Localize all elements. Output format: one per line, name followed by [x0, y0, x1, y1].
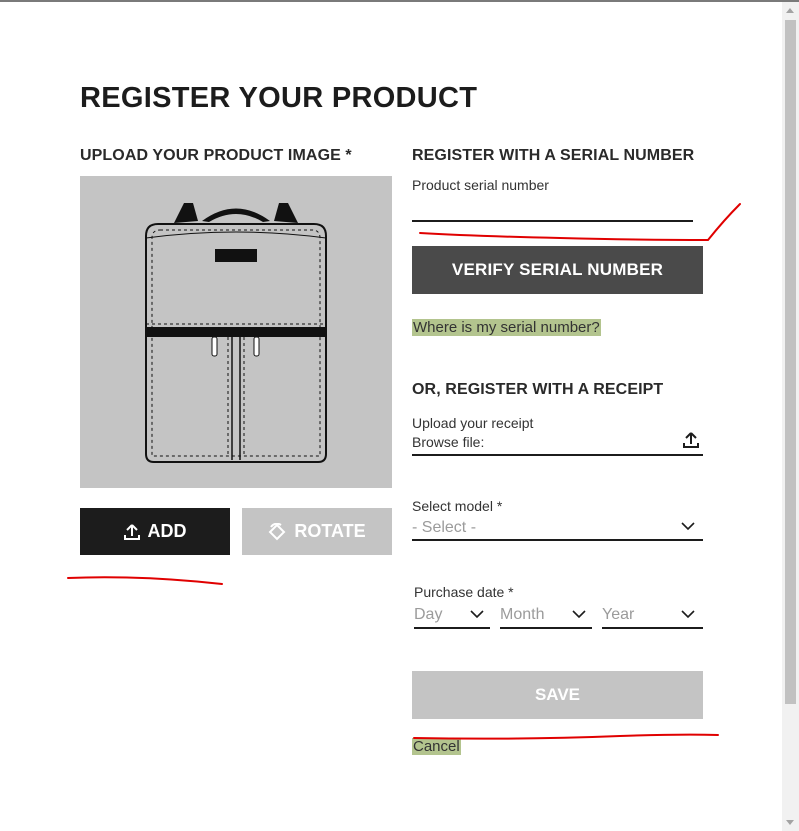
chevron-down-icon — [681, 610, 695, 619]
receipt-file-input[interactable]: Browse file: — [412, 432, 703, 456]
cancel-link[interactable]: Cancel — [412, 738, 461, 755]
chevron-down-icon — [572, 610, 586, 619]
month-select[interactable]: Month — [500, 604, 592, 629]
backpack-illustration — [145, 203, 327, 463]
serial-help-link[interactable]: Where is my serial number? — [412, 319, 601, 336]
browse-file-label: Browse file: — [412, 434, 485, 450]
add-button-label: ADD — [147, 521, 187, 541]
window-top-border — [0, 0, 799, 2]
add-image-button[interactable]: ADD — [80, 508, 230, 555]
upload-icon[interactable] — [683, 432, 699, 448]
rotate-icon — [268, 522, 286, 541]
model-select-value: - Select - — [412, 519, 477, 536]
save-button[interactable]: SAVE — [412, 671, 703, 719]
receipt-section-label: OR, REGISTER WITH A RECEIPT — [412, 381, 664, 398]
verify-serial-button[interactable]: VERIFY SERIAL NUMBER — [412, 246, 703, 294]
serial-section-label: REGISTER WITH A SERIAL NUMBER — [412, 147, 695, 164]
scroll-up-arrow-icon[interactable] — [786, 8, 794, 13]
year-select[interactable]: Year — [602, 604, 703, 629]
month-select-value: Month — [500, 606, 545, 623]
rotate-image-button[interactable]: ROTATE — [242, 508, 392, 555]
scroll-thumb[interactable] — [785, 20, 796, 704]
upload-icon — [123, 523, 140, 540]
rotate-button-label: ROTATE — [294, 521, 366, 541]
purchase-date-label: Purchase date * — [414, 584, 514, 600]
scroll-down-arrow-icon[interactable] — [786, 820, 794, 825]
product-image-preview — [80, 176, 392, 488]
page-title: REGISTER YOUR PRODUCT — [80, 82, 478, 114]
day-select[interactable]: Day — [414, 604, 490, 629]
chevron-down-icon — [681, 522, 695, 531]
receipt-upload-label: Upload your receipt — [412, 415, 534, 431]
chevron-down-icon — [470, 610, 484, 619]
serial-field-label: Product serial number — [412, 177, 549, 193]
year-select-value: Year — [602, 606, 635, 623]
annotation-underline-add — [67, 576, 223, 585]
serial-number-input[interactable] — [412, 198, 693, 222]
model-select-label: Select model * — [412, 498, 503, 514]
model-select[interactable]: - Select - — [412, 516, 703, 541]
day-select-value: Day — [414, 606, 443, 623]
upload-image-label: UPLOAD YOUR PRODUCT IMAGE * — [80, 147, 352, 164]
vertical-scrollbar[interactable] — [782, 2, 799, 831]
